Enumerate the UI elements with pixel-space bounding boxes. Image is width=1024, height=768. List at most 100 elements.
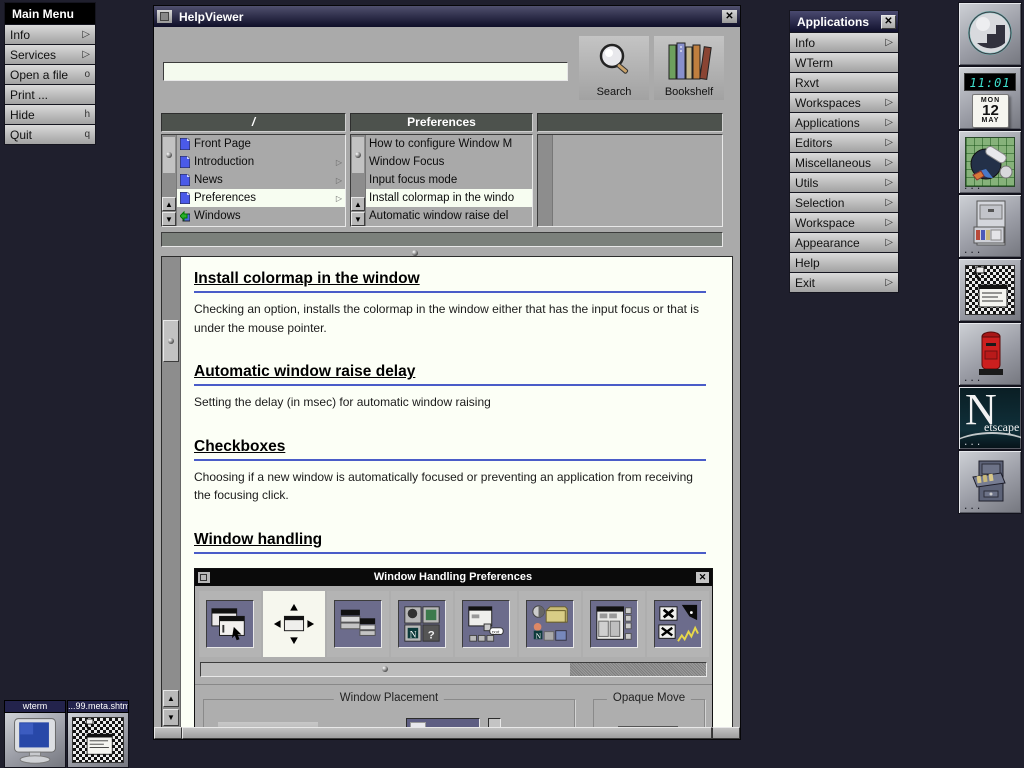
apps-menu-item-selection[interactable]: Selection▷: [790, 193, 898, 212]
dock-tile-editor[interactable]: [958, 258, 1022, 322]
browser-item-input-focus-mode[interactable]: Input focus mode: [366, 171, 532, 189]
running-indicator: ...: [963, 502, 982, 512]
column2-scrollbar[interactable]: ▲▼: [351, 135, 366, 226]
miniaturize-button[interactable]: [157, 10, 172, 23]
main-menu-item-print[interactable]: Print ...: [5, 85, 95, 104]
bookshelf-button[interactable]: Bookshelf: [654, 36, 724, 100]
scroll-up-button[interactable]: ▲: [163, 690, 179, 707]
scrollbar-knob[interactable]: [352, 137, 364, 173]
browser-column3-list: [537, 134, 723, 227]
apps-menu-item-workspace[interactable]: Workspace▷: [790, 213, 898, 232]
apps-menu-item-rxvt[interactable]: Rxvt: [790, 73, 898, 92]
lcd-clock: 11:01: [964, 73, 1016, 91]
document-icon: [180, 192, 190, 204]
apps-menu-item-utils[interactable]: Utils▷: [790, 173, 898, 192]
column1-scrollbar[interactable]: ▲▼: [162, 135, 177, 226]
menu-label: Miscellaneous: [795, 156, 871, 170]
menu-label: Services: [10, 48, 56, 62]
tab-window-stacking: [327, 591, 389, 657]
main-menu-title-label: Main Menu: [12, 7, 74, 21]
apps-menu-item-workspaces[interactable]: Workspaces▷: [790, 93, 898, 112]
browser-item-windows[interactable]: Windows: [177, 207, 345, 225]
window-handling-preferences-dialog: Window Handling Preferences ✕: [194, 568, 713, 728]
appicon-label: ...99.meta.shtml: [67, 700, 129, 713]
main-menu-item-info[interactable]: Info▷: [5, 25, 95, 44]
apps-menu-item-appearance[interactable]: Appearance ▷: [790, 233, 898, 252]
applications-menu-title[interactable]: Applications ✕: [790, 11, 898, 32]
column3-scrollbar[interactable]: [538, 135, 553, 226]
scroll-down-button[interactable]: ▼: [163, 709, 179, 726]
appicon-body[interactable]: [67, 713, 129, 768]
menu-label: Info: [795, 36, 815, 50]
apps-menu-item-wterm[interactable]: WTerm: [790, 53, 898, 72]
menu-label: Appearance: [795, 236, 860, 250]
main-menu-item-quit[interactable]: Quit q: [5, 125, 95, 144]
scroll-down-button[interactable]: ▼: [162, 212, 176, 226]
scroll-down-button[interactable]: ▼: [351, 212, 365, 226]
section-heading: Checkboxes: [194, 438, 706, 461]
browser-status-bar: [161, 232, 723, 247]
search-button-label: Search: [597, 86, 632, 98]
main-menu-item-services[interactable]: Services▷: [5, 45, 95, 64]
dialog-tab-scrollbar: [200, 662, 707, 677]
browser-item-automatic-raise[interactable]: Automatic window raise del: [366, 207, 532, 225]
dock-tile-paint[interactable]: ...: [958, 130, 1022, 194]
browser-item-preferences[interactable]: Preferences▷: [177, 189, 345, 207]
main-menu-item-hide[interactable]: Hideh: [5, 105, 95, 124]
browser-item-front-page[interactable]: Front Page: [177, 135, 345, 153]
section-body: Setting the delay (in msec) for automati…: [194, 393, 706, 412]
apps-menu-item-exit[interactable]: Exit▷: [790, 273, 898, 292]
running-indicator: ...: [963, 246, 982, 256]
browser-column3-header: [537, 113, 723, 132]
browser-item-news[interactable]: News▷: [177, 171, 345, 189]
scroll-up-button[interactable]: ▲: [162, 197, 176, 211]
dock-tile-netscape[interactable]: N etscape ...: [958, 386, 1022, 450]
content-scrollbar[interactable]: ▲ ▼: [162, 257, 181, 728]
item-label: Automatic window raise del: [369, 210, 508, 222]
item-arrow-icon: ▷: [336, 176, 342, 185]
browser-item-window-focus[interactable]: Window Focus: [366, 153, 532, 171]
close-button[interactable]: ✕: [722, 10, 737, 23]
browser-item-how-to-configure[interactable]: How to configure Window M: [366, 135, 532, 153]
knob-dimple: [166, 152, 172, 158]
dock-tile-window-maker[interactable]: [958, 2, 1022, 66]
application-windows-icon: rxvt: [462, 600, 510, 648]
appicon-meta-shtml[interactable]: ...99.meta.shtml: [67, 700, 129, 768]
dock-tile-mailbox[interactable]: ...: [958, 322, 1022, 386]
knob-dimple: [168, 338, 174, 344]
search-button[interactable]: Search: [579, 36, 649, 100]
browser-item-introduction[interactable]: Introduction▷: [177, 153, 345, 171]
menu-shortcut: q: [84, 129, 90, 140]
knob-dimple: [355, 152, 361, 158]
browser-item-install-colormap[interactable]: Install colormap in the windo: [366, 189, 532, 207]
apps-menu-item-miscellaneous[interactable]: Miscellaneous▷: [790, 153, 898, 172]
apps-menu-item-info[interactable]: Info▷: [790, 33, 898, 52]
dock-tile-archive[interactable]: ...: [958, 450, 1022, 514]
help-text: Install colormap in the window Checking …: [181, 257, 732, 728]
scrollbar-knob[interactable]: [163, 137, 175, 173]
menu-label: Info: [10, 28, 30, 42]
scrollbar-knob[interactable]: [163, 320, 179, 362]
section-heading: Install colormap in the window: [194, 270, 706, 293]
appicon-label: wterm: [4, 700, 66, 713]
apps-menu-item-editors[interactable]: Editors▷: [790, 133, 898, 152]
submenu-arrow-icon: ▷: [885, 237, 893, 248]
appicon-body[interactable]: [4, 713, 66, 768]
svg-text:?: ?: [428, 629, 435, 641]
dock-tile-clock[interactable]: 11:01 MON 12 MAY: [958, 66, 1022, 130]
dock-tile-file-cabinet[interactable]: ...: [958, 194, 1022, 258]
section-body: Checking an option, installs the colorma…: [194, 300, 706, 337]
menu-label: Quit: [10, 128, 32, 142]
search-input[interactable]: [163, 62, 568, 81]
close-icon[interactable]: ✕: [881, 15, 896, 29]
helpviewer-titlebar[interactable]: HelpViewer ✕: [154, 6, 740, 27]
main-menu-title[interactable]: Main Menu: [5, 3, 95, 24]
apps-menu-item-applications[interactable]: Applications▷: [790, 113, 898, 132]
books-icon: [666, 36, 712, 86]
scroll-up-button[interactable]: ▲: [351, 197, 365, 211]
window-resize-bar[interactable]: [154, 727, 740, 739]
apps-menu-item-help[interactable]: Help: [790, 253, 898, 272]
helpviewer-window: HelpViewer ✕ Search Bookshelf / Preferen…: [153, 5, 741, 740]
main-menu-item-open-a-file[interactable]: Open a fileo: [5, 65, 95, 84]
appicon-wterm[interactable]: wterm: [4, 700, 66, 768]
